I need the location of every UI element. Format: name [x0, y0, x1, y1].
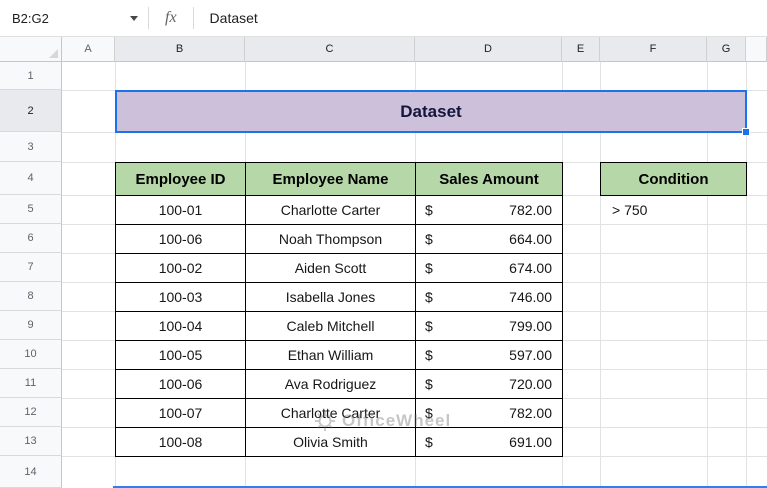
row-header-9[interactable]: 9: [0, 311, 62, 340]
column-header-partial[interactable]: [746, 37, 767, 62]
formula-input[interactable]: Dataset: [210, 10, 258, 26]
amount-value: 664.00: [509, 231, 552, 247]
cell-sales-amount[interactable]: $674.00: [416, 254, 563, 283]
row-header-12[interactable]: 12: [0, 398, 62, 427]
condition-value-cell[interactable]: > 750: [600, 196, 747, 224]
cell-sales-amount[interactable]: $782.00: [416, 399, 563, 428]
selection-fill-handle[interactable]: [742, 128, 750, 136]
amount-value: 746.00: [509, 289, 552, 305]
cell-employee-id[interactable]: 100-05: [116, 341, 246, 370]
cell-sales-amount[interactable]: $782.00: [416, 196, 563, 225]
amount-value: 674.00: [509, 260, 552, 276]
currency-symbol: $: [425, 347, 433, 363]
row-header-5[interactable]: 5: [0, 195, 62, 224]
employee-table: Employee ID Employee Name Sales Amount 1…: [115, 162, 563, 457]
row-header-4[interactable]: 4: [0, 162, 62, 195]
cell-sales-amount[interactable]: $746.00: [416, 283, 563, 312]
row-header-14[interactable]: 14: [0, 456, 62, 488]
currency-symbol: $: [425, 231, 433, 247]
cell-employee-id[interactable]: 100-01: [116, 196, 246, 225]
divider: [148, 7, 149, 29]
cell-employee-id[interactable]: 100-07: [116, 399, 246, 428]
amount-value: 782.00: [509, 202, 552, 218]
currency-symbol: $: [425, 318, 433, 334]
cell-employee-name[interactable]: Olivia Smith: [246, 428, 416, 457]
currency-symbol: $: [425, 202, 433, 218]
amount-value: 799.00: [509, 318, 552, 334]
row-header-1[interactable]: 1: [0, 62, 62, 90]
cell-employee-name[interactable]: Isabella Jones: [246, 283, 416, 312]
cell-sales-amount[interactable]: $664.00: [416, 225, 563, 254]
currency-symbol: $: [425, 376, 433, 392]
amount-value: 720.00: [509, 376, 552, 392]
column-header-f[interactable]: F: [600, 37, 707, 62]
spreadsheet-app: B2:G2 fx Dataset A B C D E F G 1 2 3 4 5…: [0, 0, 767, 488]
cell-employee-id[interactable]: 100-06: [116, 370, 246, 399]
cell-employee-id[interactable]: 100-04: [116, 312, 246, 341]
cell-employee-id[interactable]: 100-02: [116, 254, 246, 283]
amount-value: 691.00: [509, 434, 552, 450]
table-header-sales-amount[interactable]: Sales Amount: [416, 163, 563, 196]
column-header-d[interactable]: D: [415, 37, 562, 62]
column-header-g[interactable]: G: [707, 37, 746, 62]
row-header-3[interactable]: 3: [0, 132, 62, 162]
column-header-b[interactable]: B: [115, 37, 245, 62]
row-header-2[interactable]: 2: [0, 90, 62, 132]
cell-employee-name[interactable]: Charlotte Carter: [246, 196, 416, 225]
divider: [192, 7, 194, 29]
column-header-c[interactable]: C: [245, 37, 415, 62]
currency-symbol: $: [425, 405, 433, 421]
cell-employee-name[interactable]: Caleb Mitchell: [246, 312, 416, 341]
cell-employee-name[interactable]: Aiden Scott: [246, 254, 416, 283]
cell-employee-name[interactable]: Charlotte Carter: [246, 399, 416, 428]
chevron-down-icon[interactable]: [130, 15, 138, 21]
fx-icon: fx: [165, 9, 177, 26]
cell-employee-id[interactable]: 100-03: [116, 283, 246, 312]
cell-employee-name[interactable]: Noah Thompson: [246, 225, 416, 254]
cell-sales-amount[interactable]: $691.00: [416, 428, 563, 457]
cell-employee-name[interactable]: Ethan William: [246, 341, 416, 370]
select-all-corner[interactable]: [0, 37, 62, 62]
amount-value: 782.00: [509, 405, 552, 421]
cell-employee-name[interactable]: Ava Rodriguez: [246, 370, 416, 399]
table-header-employee-id[interactable]: Employee ID: [116, 163, 246, 196]
currency-symbol: $: [425, 289, 433, 305]
cell-employee-id[interactable]: 100-06: [116, 225, 246, 254]
currency-symbol: $: [425, 434, 433, 450]
row-header-13[interactable]: 13: [0, 427, 62, 456]
name-box-value: B2:G2: [12, 10, 49, 26]
row-header-6[interactable]: 6: [0, 224, 62, 253]
column-header-e[interactable]: E: [562, 37, 600, 62]
name-box[interactable]: B2:G2: [0, 0, 148, 36]
row-header-10[interactable]: 10: [0, 340, 62, 369]
cell-sales-amount[interactable]: $597.00: [416, 341, 563, 370]
condition-header-cell[interactable]: Condition: [600, 162, 747, 196]
merged-title-cell[interactable]: Dataset: [115, 90, 747, 133]
cell-sales-amount[interactable]: $799.00: [416, 312, 563, 341]
row-header-8[interactable]: 8: [0, 282, 62, 311]
table-header-employee-name[interactable]: Employee Name: [246, 163, 416, 196]
column-header-a[interactable]: A: [62, 37, 115, 62]
row-header-11[interactable]: 11: [0, 369, 62, 398]
cell-employee-id[interactable]: 100-08: [116, 428, 246, 457]
amount-value: 597.00: [509, 347, 552, 363]
cell-sales-amount[interactable]: $720.00: [416, 370, 563, 399]
row-header-7[interactable]: 7: [0, 253, 62, 282]
formula-bar: B2:G2 fx Dataset: [0, 0, 767, 37]
currency-symbol: $: [425, 260, 433, 276]
